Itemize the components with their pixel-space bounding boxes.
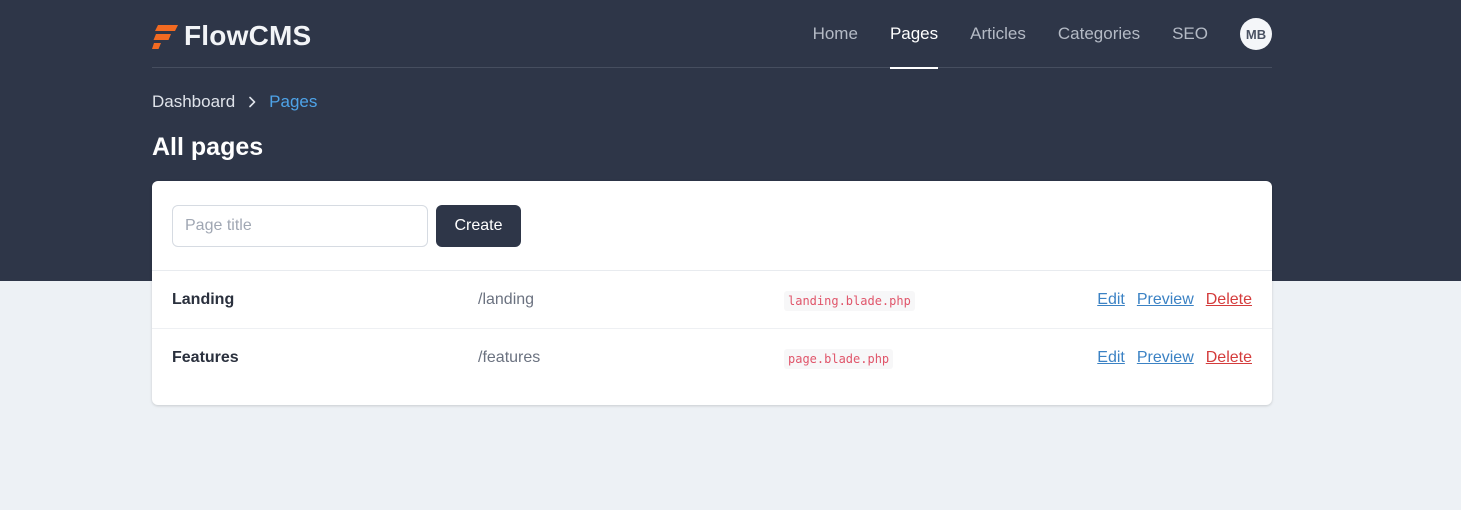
main-nav: Home Pages Articles Categories SEO MB [781, 0, 1272, 69]
brand-name: FlowCMS [184, 20, 312, 51]
chevron-right-icon [249, 96, 256, 108]
main-container: FlowCMS Home Pages Articles Categories S… [152, 0, 1272, 405]
preview-link[interactable]: Preview [1137, 291, 1194, 309]
flow-logo-icon [152, 25, 178, 49]
edit-link[interactable]: Edit [1097, 291, 1125, 309]
page-title: All pages [152, 133, 264, 161]
create-page-form: Create [152, 181, 1272, 271]
top-navbar: FlowCMS Home Pages Articles Categories S… [152, 0, 1272, 69]
nav-item-categories[interactable]: Categories [1058, 0, 1140, 68]
pages-card: Create Landing /landing landing.blade.ph… [152, 181, 1272, 405]
breadcrumb-dashboard-link[interactable]: Dashboard [152, 91, 235, 113]
page-template: page.blade.php [784, 349, 894, 369]
row-actions: Edit Preview Delete [1085, 329, 1252, 386]
page-slug: /features [478, 349, 541, 366]
table-row: Features /features page.blade.php Edit P… [152, 328, 1272, 385]
breadcrumb: Dashboard Pages [152, 91, 317, 113]
breadcrumb-current: Pages [269, 92, 318, 111]
create-button[interactable]: Create [436, 205, 521, 247]
nav-item-seo[interactable]: SEO [1172, 0, 1208, 68]
nav-item-home[interactable]: Home [813, 0, 858, 68]
pages-list: Landing /landing landing.blade.php Edit … [152, 271, 1272, 385]
table-row: Landing /landing landing.blade.php Edit … [152, 271, 1272, 328]
delete-link[interactable]: Delete [1206, 291, 1252, 309]
edit-link[interactable]: Edit [1097, 349, 1125, 367]
delete-link[interactable]: Delete [1206, 349, 1252, 367]
page-name: Landing [172, 291, 235, 308]
page-title-input[interactable] [172, 205, 428, 247]
row-actions: Edit Preview Delete [1085, 271, 1252, 328]
preview-link[interactable]: Preview [1137, 349, 1194, 367]
nav-item-pages[interactable]: Pages [889, 0, 939, 69]
page-template: landing.blade.php [784, 291, 915, 311]
nav-item-articles[interactable]: Articles [970, 0, 1026, 68]
brand[interactable]: FlowCMS [152, 19, 311, 53]
user-avatar[interactable]: MB [1240, 18, 1272, 50]
page-name: Features [172, 349, 239, 366]
page-slug: /landing [478, 291, 535, 308]
